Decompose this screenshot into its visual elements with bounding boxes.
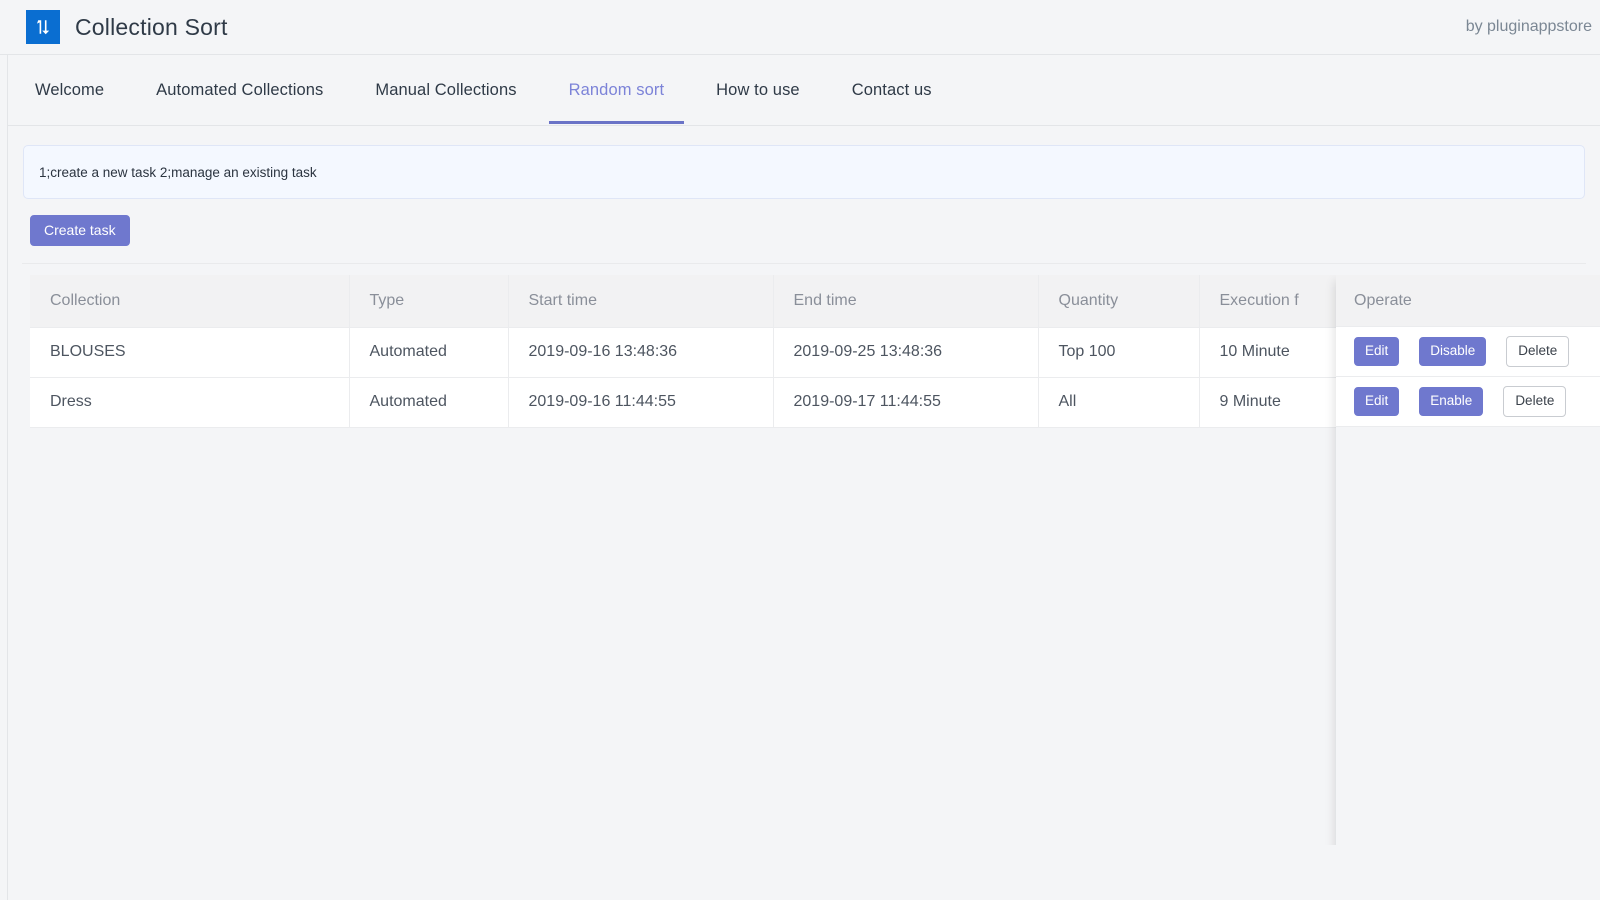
cell-end-time: 2019-09-25 13:48:36: [773, 327, 1038, 377]
tab-manual-collections[interactable]: Manual Collections: [375, 57, 516, 123]
cell-type: Automated: [349, 377, 508, 427]
operate-cell: Edit Disable Delete: [1336, 327, 1600, 377]
info-banner: 1;create a new task 2;manage an existing…: [23, 145, 1585, 199]
column-header-end-time[interactable]: End time: [773, 275, 1038, 327]
tab-contact-us[interactable]: Contact us: [852, 57, 932, 123]
app-header: Collection Sort by pluginappstore: [0, 0, 1600, 55]
tab-random-sort[interactable]: Random sort: [569, 57, 665, 123]
operate-cell: Edit Enable Delete: [1336, 377, 1600, 427]
vendor-byline: by pluginappstore: [1466, 18, 1592, 36]
cell-collection: Dress: [30, 377, 349, 427]
enable-button[interactable]: Enable: [1419, 387, 1483, 416]
column-header-quantity[interactable]: Quantity: [1038, 275, 1199, 327]
edit-button[interactable]: Edit: [1354, 337, 1399, 366]
info-banner-text: 1;create a new task 2;manage an existing…: [39, 165, 317, 180]
page-title: Collection Sort: [75, 14, 228, 41]
delete-button[interactable]: Delete: [1503, 386, 1566, 417]
sort-updown-icon: [26, 10, 60, 44]
tab-how-to-use[interactable]: How to use: [716, 57, 800, 123]
column-header-type[interactable]: Type: [349, 275, 508, 327]
page-body: Welcome Automated Collections Manual Col…: [7, 55, 1600, 900]
column-header-operate: Operate: [1336, 275, 1600, 327]
cell-start-time: 2019-09-16 13:48:36: [508, 327, 773, 377]
column-header-collection[interactable]: Collection: [30, 275, 349, 327]
disable-button[interactable]: Disable: [1419, 337, 1486, 366]
cell-quantity: Top 100: [1038, 327, 1199, 377]
fixed-operate-column: Operate Edit Disable Delete Edit Enable …: [1336, 275, 1600, 845]
cell-end-time: 2019-09-17 11:44:55: [773, 377, 1038, 427]
cell-quantity: All: [1038, 377, 1199, 427]
column-header-start-time[interactable]: Start time: [508, 275, 773, 327]
delete-button[interactable]: Delete: [1506, 336, 1569, 367]
app-brand: Collection Sort: [26, 10, 228, 44]
toolbar: Create task: [30, 215, 1600, 246]
cell-collection: BLOUSES: [30, 327, 349, 377]
create-task-button[interactable]: Create task: [30, 215, 130, 246]
tab-welcome[interactable]: Welcome: [35, 57, 104, 123]
section-divider: [22, 263, 1586, 264]
main-nav-tabs: Welcome Automated Collections Manual Col…: [8, 55, 1600, 126]
cell-type: Automated: [349, 327, 508, 377]
cell-start-time: 2019-09-16 11:44:55: [508, 377, 773, 427]
tasks-table-container: Collection Type Start time End time Quan…: [30, 275, 1600, 845]
tab-automated-collections[interactable]: Automated Collections: [156, 57, 323, 123]
tab-content-random-sort: 1;create a new task 2;manage an existing…: [8, 126, 1600, 845]
edit-button[interactable]: Edit: [1354, 387, 1399, 416]
operate-empty-area: [1336, 427, 1600, 845]
